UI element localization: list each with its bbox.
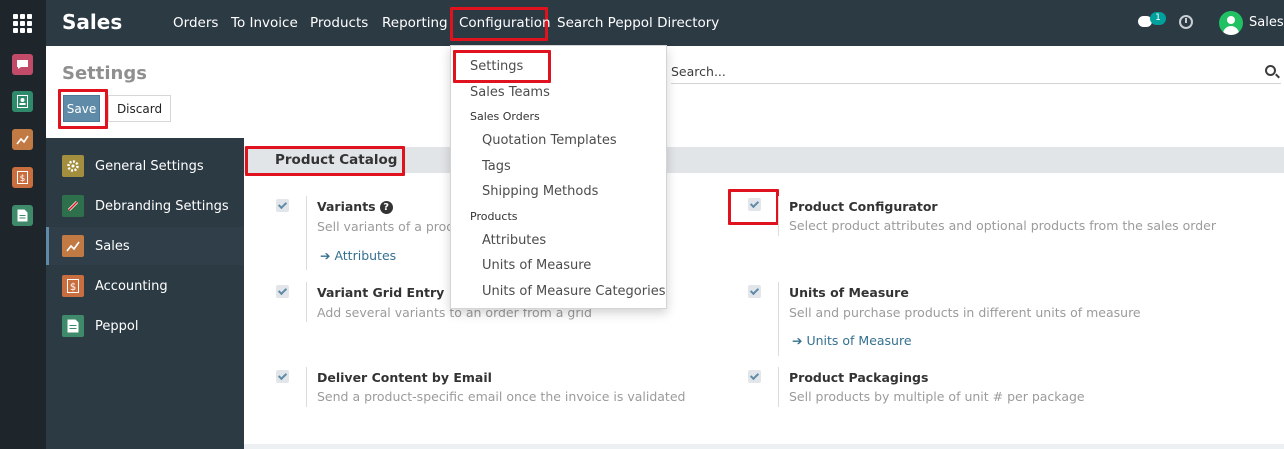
variants-title: Variants — [317, 199, 376, 214]
app-title: Sales — [62, 10, 123, 34]
sidebar-item-sales[interactable]: Sales — [46, 227, 244, 265]
divider — [306, 196, 307, 270]
attributes-link[interactable]: ➔ Attributes — [320, 248, 396, 263]
sidebar-item-label: Sales — [95, 238, 130, 254]
document-icon — [62, 315, 84, 337]
search-bar[interactable]: Search... — [671, 62, 1281, 84]
section-title: Product Catalog — [275, 152, 398, 168]
debranding-icon — [62, 195, 84, 217]
variants-description: Sell variants of a produ — [317, 219, 463, 234]
sales-app-icon[interactable] — [12, 129, 33, 150]
sidebar-item-label: Debranding Settings — [95, 198, 229, 214]
user-name[interactable]: Sales — [1249, 15, 1284, 30]
menu-configuration[interactable]: Configuration — [459, 0, 551, 46]
user-avatar[interactable] — [1219, 11, 1243, 35]
chat-count-badge: 1 — [1150, 12, 1166, 25]
dropdown-header-products: Products — [470, 210, 518, 223]
units-of-measure-link[interactable]: ➔ Units of Measure — [792, 333, 912, 348]
menu-reporting[interactable]: Reporting — [382, 0, 448, 46]
variants-option: Variants? — [317, 199, 393, 214]
divider — [778, 367, 779, 407]
menu-search-peppol-directory[interactable]: Search Peppol Directory — [557, 0, 719, 46]
contacts-app-icon[interactable] — [12, 91, 33, 112]
product-packagings-description: Sell products by multiple of unit # per … — [789, 389, 1085, 404]
dropdown-header-sales-orders: Sales Orders — [470, 110, 540, 123]
divider — [306, 367, 307, 407]
gear-icon — [62, 155, 84, 177]
sidebar-item-accounting[interactable]: $ Accounting — [46, 267, 244, 305]
product-packagings-checkbox[interactable] — [748, 370, 761, 383]
product-configurator-checkbox[interactable] — [748, 198, 761, 211]
menu-orders[interactable]: Orders — [173, 0, 218, 46]
svg-text:$: $ — [20, 174, 26, 184]
units-of-measure-title: Units of Measure — [789, 285, 909, 300]
variant-grid-title: Variant Grid Entry — [317, 285, 445, 300]
product-configurator-description: Select product attributes and optional p… — [789, 218, 1216, 233]
units-of-measure-checkbox[interactable] — [748, 285, 761, 298]
divider — [306, 282, 307, 322]
top-navbar: Sales Orders To Invoice Products Reporti… — [46, 0, 1284, 46]
sidebar-item-label: General Settings — [95, 158, 204, 174]
units-of-measure-description: Sell and purchase products in different … — [789, 305, 1141, 320]
chart-icon — [62, 235, 84, 257]
attributes-link-label: Attributes — [334, 248, 397, 263]
save-highlight: Save — [58, 89, 108, 129]
help-icon[interactable]: ? — [379, 201, 393, 214]
dropdown-item-uom-categories[interactable]: Units of Measure Categories — [482, 284, 666, 299]
sidebar-item-debranding-settings[interactable]: Debranding Settings — [46, 187, 244, 225]
dropdown-item-quotation-templates[interactable]: Quotation Templates — [482, 133, 617, 148]
sidebar-item-label: Peppol — [95, 318, 139, 334]
peppol-app-icon[interactable] — [12, 205, 33, 226]
dollar-doc-icon: $ — [62, 275, 84, 297]
units-of-measure-link-label: Units of Measure — [806, 333, 912, 348]
product-packagings-title: Product Packagings — [789, 370, 929, 385]
sidebar-item-general-settings[interactable]: General Settings — [46, 147, 244, 185]
settings-sidebar: General Settings Debranding Settings Sal… — [46, 138, 244, 449]
deliver-content-description: Send a product-specific email once the i… — [317, 389, 686, 404]
dropdown-item-attributes[interactable]: Attributes — [482, 233, 546, 248]
content-bottom-bar — [244, 444, 1284, 449]
dropdown-item-units-of-measure[interactable]: Units of Measure — [482, 258, 591, 273]
variants-checkbox[interactable] — [276, 199, 289, 212]
divider — [778, 282, 779, 356]
svg-text:$: $ — [70, 282, 76, 293]
app-bar: $ — [0, 0, 46, 449]
sidebar-item-peppol[interactable]: Peppol — [46, 307, 244, 345]
deliver-content-checkbox[interactable] — [276, 370, 289, 383]
product-configurator-title: Product Configurator — [789, 199, 938, 214]
sidebar-item-label: Accounting — [95, 278, 168, 294]
accounting-app-icon[interactable]: $ — [12, 167, 33, 188]
dropdown-item-tags[interactable]: Tags — [482, 159, 511, 174]
dropdown-item-settings[interactable]: Settings — [470, 59, 523, 74]
settings-content: Product Catalog Variants? Sell variants … — [244, 138, 1284, 449]
search-input[interactable]: Search... — [671, 64, 726, 79]
deliver-content-title: Deliver Content by Email — [317, 370, 492, 385]
variant-grid-checkbox[interactable] — [276, 285, 289, 298]
save-button[interactable]: Save — [63, 95, 100, 122]
apps-grid-icon[interactable] — [13, 14, 32, 33]
page-title: Settings — [62, 63, 147, 84]
discard-button[interactable]: Discard — [108, 95, 171, 122]
dropdown-item-sales-teams[interactable]: Sales Teams — [470, 85, 550, 100]
configuration-dropdown: Settings Sales Teams Sales Orders Quotat… — [450, 45, 667, 309]
activity-clock-icon[interactable] — [1179, 15, 1193, 29]
discuss-app-icon[interactable] — [12, 54, 33, 75]
menu-to-invoice[interactable]: To Invoice — [231, 0, 298, 46]
dropdown-item-shipping-methods[interactable]: Shipping Methods — [482, 184, 598, 199]
divider — [778, 196, 779, 236]
menu-products[interactable]: Products — [310, 0, 368, 46]
search-icon[interactable] — [1265, 65, 1276, 76]
